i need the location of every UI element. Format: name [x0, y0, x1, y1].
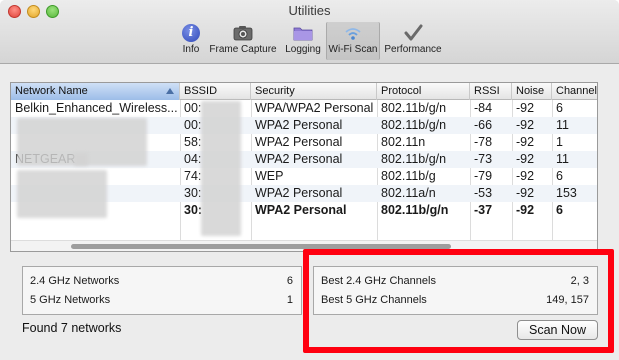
cell-noise: -92: [516, 118, 535, 132]
summary-row: 2.4 GHz Networks 6: [30, 273, 293, 289]
best-channels-panel: Best 2.4 GHz Channels 2, 3 Best 5 GHz Ch…: [313, 266, 598, 315]
summary-value: 1: [286, 294, 293, 306]
cell-channel: 1: [556, 135, 563, 149]
column-header-rssi[interactable]: RSSI: [470, 83, 512, 100]
cell-rssi: -78: [474, 135, 493, 149]
table-header: Network Name BSSID Security Protocol RSS…: [11, 83, 597, 100]
cell-rssi: -37: [474, 203, 493, 217]
camera-icon: [233, 26, 253, 41]
cell-protocol: 802.11b/g/n: [381, 101, 447, 115]
cell-security: WPA2 Personal: [255, 152, 343, 166]
cell-security: WPA2 Personal: [255, 203, 347, 217]
cell-channel: 6: [556, 203, 563, 217]
summary-value: 149, 157: [546, 294, 589, 306]
summary-value: 2, 3: [570, 275, 589, 287]
cell-rssi: -79: [474, 169, 493, 183]
cell-rssi: -53: [474, 186, 493, 200]
summary-label: Best 2.4 GHz Channels: [321, 275, 436, 287]
column-header-noise[interactable]: Noise: [512, 83, 552, 100]
cell-security: WPA2 Personal: [255, 118, 343, 132]
horizontal-scrollbar[interactable]: [11, 240, 597, 251]
column-header-protocol[interactable]: Protocol: [377, 83, 470, 100]
cell-noise: -92: [516, 186, 535, 200]
column-header-security[interactable]: Security: [251, 83, 377, 100]
cell-security: WPA2 Personal: [255, 186, 343, 200]
cell-channel: 6: [556, 169, 563, 183]
toolbar-frame-capture-label: Frame Capture: [209, 44, 277, 55]
cell-protocol: 802.11b/g: [381, 169, 436, 183]
cell-channel: 11: [556, 152, 569, 166]
redacted-network-names: [17, 170, 107, 218]
cell-channel: 153: [556, 186, 577, 200]
scan-now-button[interactable]: Scan Now: [517, 320, 598, 340]
cell-channel: 6: [556, 101, 563, 115]
cell-security: WPA/WPA2 Personal: [255, 101, 374, 115]
cell-rssi: -66: [474, 118, 493, 132]
found-networks-status: Found 7 networks: [22, 321, 122, 335]
wifi-icon: [345, 28, 361, 40]
summary-label: 2.4 GHz Networks: [30, 275, 120, 287]
toolbar-performance-label: Performance: [384, 44, 442, 55]
column-header-channel[interactable]: Channel: [552, 83, 597, 100]
toolbar-logging[interactable]: Logging: [282, 22, 324, 60]
cell-rssi: -73: [474, 152, 493, 166]
cell-network-name: Belkin_Enhanced_Wireless...: [15, 101, 178, 115]
window-title: Utilities: [288, 3, 331, 18]
toolbar-info[interactable]: i Info: [177, 22, 205, 60]
cell-protocol: 802.11n: [381, 135, 426, 149]
cell-protocol: 802.11b/g/n: [381, 203, 449, 217]
summary-value: 6: [286, 275, 293, 287]
cell-noise: -92: [516, 101, 535, 115]
cell-protocol: 802.11b/g/n: [381, 118, 447, 132]
cell-security: WPA2 Personal: [255, 135, 343, 149]
scrollbar-thumb[interactable]: [71, 244, 451, 249]
cell-noise: -92: [516, 152, 535, 166]
checkmark-icon: [404, 24, 423, 41]
networks-table: Network Name BSSID Security Protocol RSS…: [10, 82, 598, 252]
cell-noise: -92: [516, 169, 535, 183]
cell-rssi: -84: [474, 101, 493, 115]
column-header-bssid[interactable]: BSSID: [180, 83, 251, 100]
utilities-window: Utilities i Info Frame Capture Logging W…: [0, 0, 619, 360]
cell-noise: -92: [516, 203, 535, 217]
summary-row: Best 5 GHz Channels 149, 157: [321, 292, 589, 308]
redacted-bssids: [201, 101, 241, 236]
cell-protocol: 802.11a/n: [381, 186, 436, 200]
column-header-label: Network Name: [15, 85, 88, 97]
toolbar-wifi-scan[interactable]: Wi-Fi Scan: [326, 22, 380, 60]
cell-noise: -92: [516, 135, 535, 149]
info-icon: i: [182, 24, 200, 42]
redacted-network-name-suffix: [74, 153, 88, 166]
sort-ascending-icon: [166, 88, 174, 94]
cell-security: WEP: [255, 169, 284, 183]
cell-channel: 11: [556, 118, 569, 132]
column-header-network-name[interactable]: Network Name: [11, 83, 180, 100]
summary-row: 5 GHz Networks 1: [30, 292, 293, 308]
title-bar: Utilities i Info Frame Capture Logging W…: [0, 0, 619, 64]
toolbar-wifi-scan-label: Wi-Fi Scan: [328, 44, 378, 55]
summary-row: Best 2.4 GHz Channels 2, 3: [321, 273, 589, 289]
folder-icon: [293, 27, 313, 41]
summary-label: Best 5 GHz Channels: [321, 294, 427, 306]
toolbar-info-label: Info: [182, 44, 200, 55]
toolbar-performance[interactable]: Performance: [383, 22, 443, 60]
table-row[interactable]: Belkin_Enhanced_Wireless... 00: WPA/WPA2…: [11, 100, 597, 117]
toolbar-logging-label: Logging: [285, 44, 321, 55]
toolbar-frame-capture[interactable]: Frame Capture: [208, 22, 278, 60]
summary-label: 5 GHz Networks: [30, 294, 111, 306]
cell-protocol: 802.11b/g/n: [381, 152, 447, 166]
network-count-panel: 2.4 GHz Networks 6 5 GHz Networks 1: [22, 266, 302, 315]
